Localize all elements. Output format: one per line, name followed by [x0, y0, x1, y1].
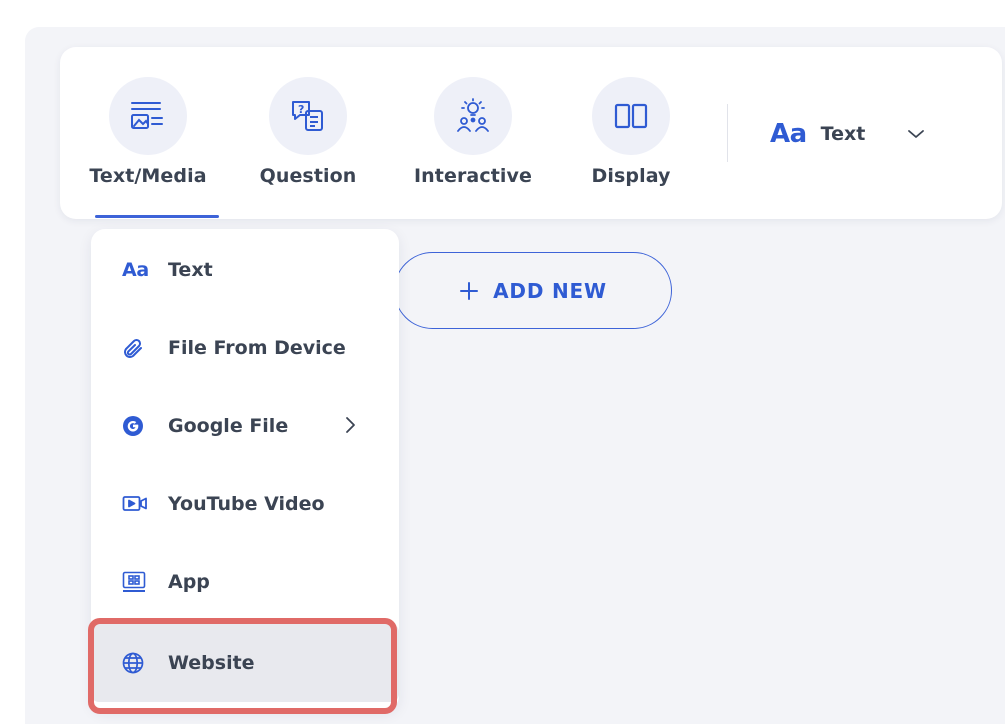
text-media-icon — [109, 77, 187, 155]
menu-item-label: File From Device — [168, 337, 346, 359]
google-icon — [122, 412, 150, 440]
text-media-menu: Aa Text File From Device Google File You… — [91, 229, 399, 710]
globe-icon — [122, 649, 150, 677]
video-icon — [122, 490, 150, 518]
tab-display[interactable]: Display — [561, 77, 701, 219]
tab-text-media[interactable]: Text/Media — [78, 77, 218, 219]
menu-item-label: YouTube Video — [168, 493, 325, 515]
display-columns-icon — [592, 77, 670, 155]
text-aa-icon: Aa — [122, 256, 150, 284]
menu-item-app[interactable]: App — [91, 543, 399, 621]
add-new-button[interactable]: ADD NEW — [394, 252, 672, 329]
tab-label: Text/Media — [89, 165, 207, 187]
menu-item-label: Google File — [168, 415, 289, 437]
toolbar-divider — [727, 104, 728, 162]
tab-question[interactable]: ? Question — [238, 77, 378, 219]
aa-glyph: Aa — [122, 259, 149, 281]
interactive-icon — [434, 77, 512, 155]
menu-item-youtube-video[interactable]: YouTube Video — [91, 465, 399, 543]
tab-label: Interactive — [414, 165, 532, 187]
svg-text:?: ? — [298, 103, 304, 116]
paperclip-icon — [122, 334, 150, 362]
chevron-right-icon — [343, 414, 357, 440]
active-tab-indicator — [95, 215, 219, 218]
menu-item-google-file[interactable]: Google File — [91, 387, 399, 465]
menu-item-label: Text — [168, 259, 213, 281]
menu-item-text[interactable]: Aa Text — [91, 231, 399, 309]
tab-label: Question — [259, 165, 357, 187]
menu-item-file-from-device[interactable]: File From Device — [91, 309, 399, 387]
add-new-label: ADD NEW — [493, 278, 607, 303]
menu-item-website[interactable]: Website — [91, 624, 399, 702]
app-grid-icon — [122, 568, 150, 596]
tab-interactive[interactable]: Interactive — [403, 77, 543, 219]
question-icon: ? — [269, 77, 347, 155]
tab-label: Display — [591, 165, 671, 187]
text-aa-icon: Aa — [770, 119, 807, 149]
format-select-label: Text — [820, 123, 866, 145]
plus-icon — [459, 281, 479, 301]
text-format-dropdown[interactable]: Aa Text — [770, 114, 925, 154]
menu-item-label: App — [168, 571, 210, 593]
menu-item-label: Website — [168, 652, 255, 674]
chevron-down-icon — [907, 128, 925, 140]
